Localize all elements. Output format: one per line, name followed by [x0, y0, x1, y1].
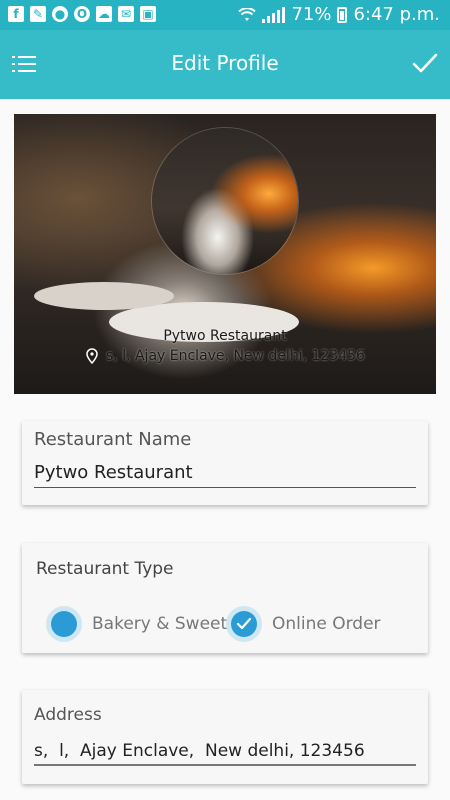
- location-pin-icon: [86, 348, 98, 364]
- bakery-label: Bakery & Sweets: [92, 614, 237, 634]
- save-check-icon[interactable]: [412, 52, 438, 74]
- checkmark-icon: [236, 617, 252, 630]
- mail-icon: ✉: [118, 6, 134, 22]
- opera-icon: O: [74, 6, 90, 22]
- wifi-icon: [238, 7, 257, 21]
- restaurant-name-input[interactable]: [34, 462, 416, 483]
- type-option-online-order[interactable]: Online Order: [226, 606, 381, 642]
- app-bar: Edit Profile: [0, 30, 450, 99]
- status-bar: f ✎ ● O ☁ ✉ ▣ 71% 6:47 p.m.: [0, 0, 450, 30]
- battery-percent: 71%: [291, 4, 332, 25]
- address-card: Address: [22, 690, 428, 784]
- banner-restaurant-name: Pytwo Restaurant: [163, 328, 287, 344]
- wrench-icon: ✎: [30, 6, 46, 22]
- restaurant-type-card: Restaurant Type Bakery & Sweets Online O…: [22, 543, 428, 653]
- screen-icon: ▣: [140, 6, 156, 22]
- signal-icon: [262, 6, 286, 23]
- address-input[interactable]: [34, 741, 416, 761]
- facebook-icon: f: [8, 6, 24, 22]
- restaurant-type-label: Restaurant Type: [36, 559, 174, 579]
- app-icon: ●: [52, 6, 68, 22]
- bakery-radio[interactable]: [46, 606, 82, 642]
- profile-photo[interactable]: [152, 128, 298, 274]
- online-order-check: [231, 611, 257, 637]
- banner-address-text: s, l, Ajay Enclave, New delhi, 123456: [106, 348, 365, 364]
- restaurant-name-label: Restaurant Name: [34, 429, 192, 450]
- restaurant-name-card: Restaurant Name: [22, 421, 428, 505]
- online-order-label: Online Order: [272, 614, 381, 634]
- bakery-radio-dot: [51, 611, 77, 637]
- clock: 6:47 p.m.: [353, 4, 440, 25]
- page-title: Edit Profile: [171, 51, 279, 75]
- online-order-checkbox[interactable]: [226, 606, 262, 642]
- status-right: 71% 6:47 p.m.: [238, 4, 440, 25]
- banner-address: s, l, Ajay Enclave, New delhi, 123456: [86, 348, 365, 364]
- notification-icons: f ✎ ● O ☁ ✉ ▣: [8, 6, 156, 22]
- plate-decor-left: [34, 282, 174, 310]
- restaurant-name-underline: [34, 487, 416, 488]
- address-underline: [34, 764, 416, 766]
- type-option-bakery[interactable]: Bakery & Sweets: [46, 606, 236, 642]
- cover-photo[interactable]: Pytwo Restaurant s, l, Ajay Enclave, New…: [14, 114, 436, 394]
- battery-icon: [337, 6, 348, 23]
- address-label: Address: [34, 705, 102, 725]
- cloud-icon: ☁: [96, 6, 112, 22]
